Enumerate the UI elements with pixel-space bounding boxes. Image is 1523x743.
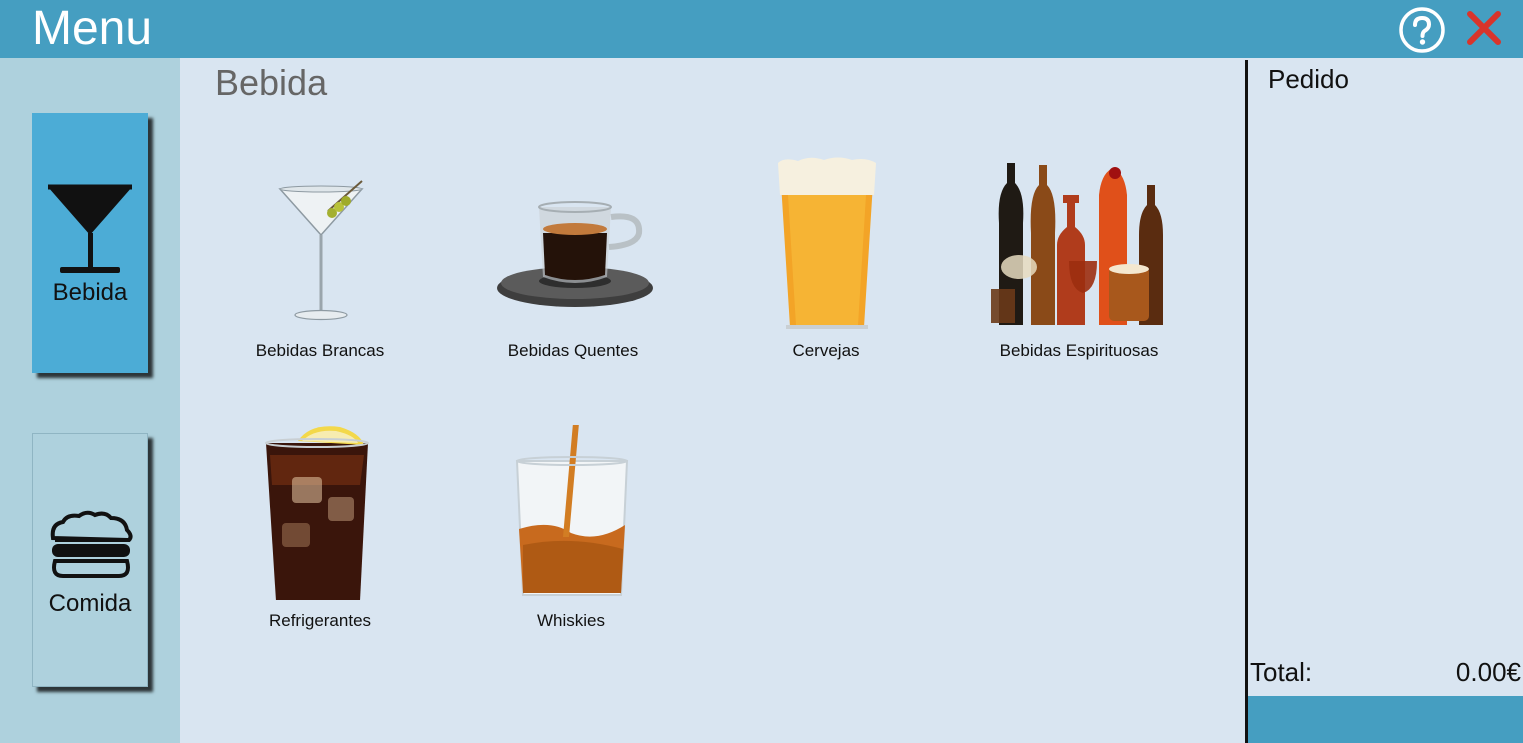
item-label: Bebidas Quentes: [507, 341, 639, 360]
total-label: Total:: [1250, 657, 1313, 687]
section-title: Bebida: [215, 62, 328, 103]
item-label: Bebidas Espirituosas: [999, 341, 1159, 360]
title-bar: Menu: [0, 0, 1523, 58]
category-label: Comida: [48, 590, 132, 617]
item-whiskies[interactable]: Whiskies: [451, 425, 691, 635]
total-value: 0.00€: [1455, 657, 1521, 687]
item-label: Bebidas Brancas: [255, 341, 385, 360]
order-title: Pedido: [1268, 64, 1349, 94]
cola-glass-image: [265, 426, 369, 600]
item-bebidas-quentes[interactable]: Bebidas Quentes: [453, 155, 693, 365]
order-action-bar[interactable]: [1248, 696, 1523, 743]
item-label: Whiskies: [536, 611, 605, 630]
martini-glass-image: [278, 180, 364, 321]
order-panel: Pedido Total: 0.00€: [1245, 60, 1523, 743]
item-bebidas-brancas[interactable]: Bebidas Brancas: [200, 155, 440, 365]
category-comida-button[interactable]: Comida: [32, 433, 148, 687]
close-x-icon: [1467, 11, 1501, 45]
app-title: Menu: [32, 2, 153, 55]
close-button[interactable]: [1464, 8, 1504, 48]
item-label: Refrigerantes: [268, 611, 372, 630]
category-bebida-button[interactable]: Bebida: [32, 113, 148, 373]
category-label: Bebida: [52, 279, 128, 306]
cocktail-glass-icon: [48, 184, 132, 273]
liquor-bottles-image: [991, 163, 1163, 325]
help-button[interactable]: [1398, 6, 1446, 54]
item-label: Cervejas: [792, 341, 860, 360]
item-refrigerantes[interactable]: Refrigerantes: [200, 425, 440, 635]
espresso-cup-image: [497, 201, 653, 307]
item-cervejas[interactable]: Cervejas: [706, 155, 946, 365]
item-bebidas-espirituosas[interactable]: Bebidas Espirituosas: [959, 155, 1199, 365]
burger-icon: [50, 510, 133, 578]
question-circle-icon: [1399, 7, 1445, 53]
whisky-glass-image: [515, 425, 629, 596]
beer-pint-image: [778, 157, 876, 329]
